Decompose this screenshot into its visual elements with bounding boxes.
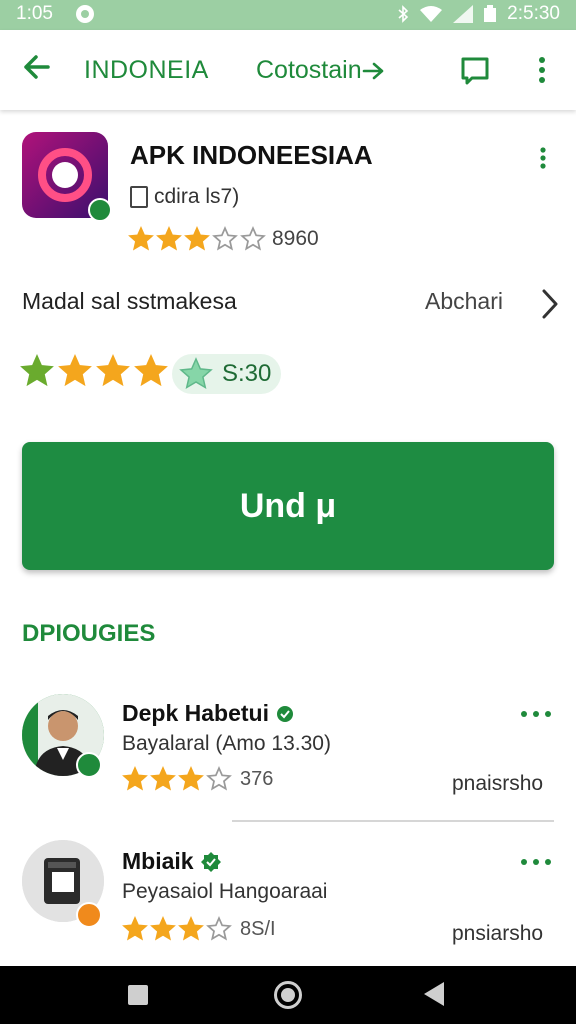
review-score: 376 — [240, 767, 274, 790]
verified-badge-icon — [76, 752, 102, 778]
star-empty-icon — [206, 916, 232, 941]
app-icon — [22, 132, 112, 222]
rating-stars-large — [20, 354, 168, 388]
review-item[interactable]: Depk Habetui Bayalaral (Amo 13.30) 376 p… — [0, 686, 576, 816]
star-filled-icon — [134, 354, 168, 387]
verified-icon — [276, 705, 293, 722]
star-filled-icon — [58, 354, 92, 387]
bluetooth-icon — [398, 5, 409, 23]
star-empty-icon — [206, 766, 232, 791]
review-item[interactable]: Mbiaik Peyasaiol Hangoaraai 8S/I pnsiars… — [0, 834, 576, 964]
verified-badge-icon — [88, 198, 112, 222]
more-vert-icon[interactable] — [532, 54, 552, 86]
document-icon — [130, 186, 148, 208]
install-button[interactable]: Und μ — [22, 442, 554, 570]
app-bar: INDONEIA Cotostain — [0, 30, 576, 110]
review-tag: pnaisrsho — [452, 772, 544, 795]
back-arrow-icon[interactable] — [22, 52, 52, 82]
star-outline-icon — [179, 357, 213, 390]
chat-icon[interactable] — [458, 54, 492, 88]
app-bar-title: INDONEIA — [84, 56, 209, 84]
star-filled-icon — [122, 766, 148, 791]
review-tag: pnsiarsho — [452, 922, 544, 945]
star-filled-icon — [178, 766, 204, 791]
review-stars: 8S/I — [122, 916, 276, 942]
star-filled-icon — [128, 226, 154, 251]
rating-pill-text: S:30 — [222, 360, 272, 387]
app-meta: cdira ls7) — [130, 185, 239, 209]
review-name: Depk Habetui — [122, 700, 295, 727]
star-filled-icon — [156, 226, 182, 251]
review-subtitle: Bayalaral (Amo 13.30) — [122, 732, 331, 755]
info-row-label: Madal sal sstmakesa — [22, 288, 237, 314]
star-empty-icon — [212, 226, 238, 251]
status-bar: 1:05 2:5:30 — [0, 0, 576, 30]
chevron-right-icon[interactable] — [540, 288, 560, 320]
status-time-right: 2:5:30 — [507, 3, 560, 24]
star-filled-icon — [20, 354, 54, 387]
review-stars: 376 — [122, 766, 273, 792]
review-name-text: Depk Habetui — [122, 700, 269, 726]
app-title: APK INDONEESIAA — [130, 140, 373, 170]
recents-icon[interactable] — [128, 985, 148, 1005]
signal-icon — [453, 5, 474, 23]
section-title: DPIOUGIES — [22, 620, 156, 647]
app-bar-secondary-link[interactable]: Cotostain — [256, 56, 384, 85]
more-horiz-icon[interactable] — [520, 708, 552, 720]
divider — [232, 820, 554, 822]
battery-icon — [484, 5, 497, 22]
app-more-icon[interactable] — [536, 146, 550, 170]
review-score: 8S/I — [240, 917, 276, 940]
app-bar-secondary-label: Cotostain — [256, 56, 362, 84]
star-filled-icon — [96, 354, 130, 387]
badge-icon — [76, 902, 102, 928]
star-filled-icon — [150, 916, 176, 941]
notification-icon — [76, 5, 94, 23]
more-horiz-icon[interactable] — [520, 856, 552, 868]
review-subtitle: Peyasaiol Hangoaraai — [122, 880, 328, 903]
back-icon[interactable] — [424, 982, 444, 1006]
status-time-left: 1:05 — [16, 3, 53, 24]
wifi-icon — [420, 6, 443, 22]
arrow-right-icon — [362, 63, 383, 80]
star-filled-icon — [150, 766, 176, 791]
app-meta-text: cdira ls7) — [154, 185, 240, 208]
app-rating: 8960 — [128, 226, 319, 252]
app-rating-text: 8960 — [272, 227, 319, 250]
star-empty-icon — [240, 226, 266, 251]
app-rating-stars — [128, 226, 266, 252]
rating-pill[interactable]: S:30 — [172, 354, 282, 394]
review-name-text: Mbiaik — [122, 848, 194, 874]
navigation-bar — [0, 966, 576, 1024]
star-filled-icon — [184, 226, 210, 251]
review-name: Mbiaik — [122, 848, 222, 875]
star-filled-icon — [178, 916, 204, 941]
status-icons: 2:5:30 — [397, 3, 560, 25]
info-row-action[interactable]: Abchari — [425, 288, 503, 315]
verified-icon — [200, 851, 221, 872]
home-icon[interactable] — [274, 981, 302, 1009]
star-filled-icon — [122, 916, 148, 941]
